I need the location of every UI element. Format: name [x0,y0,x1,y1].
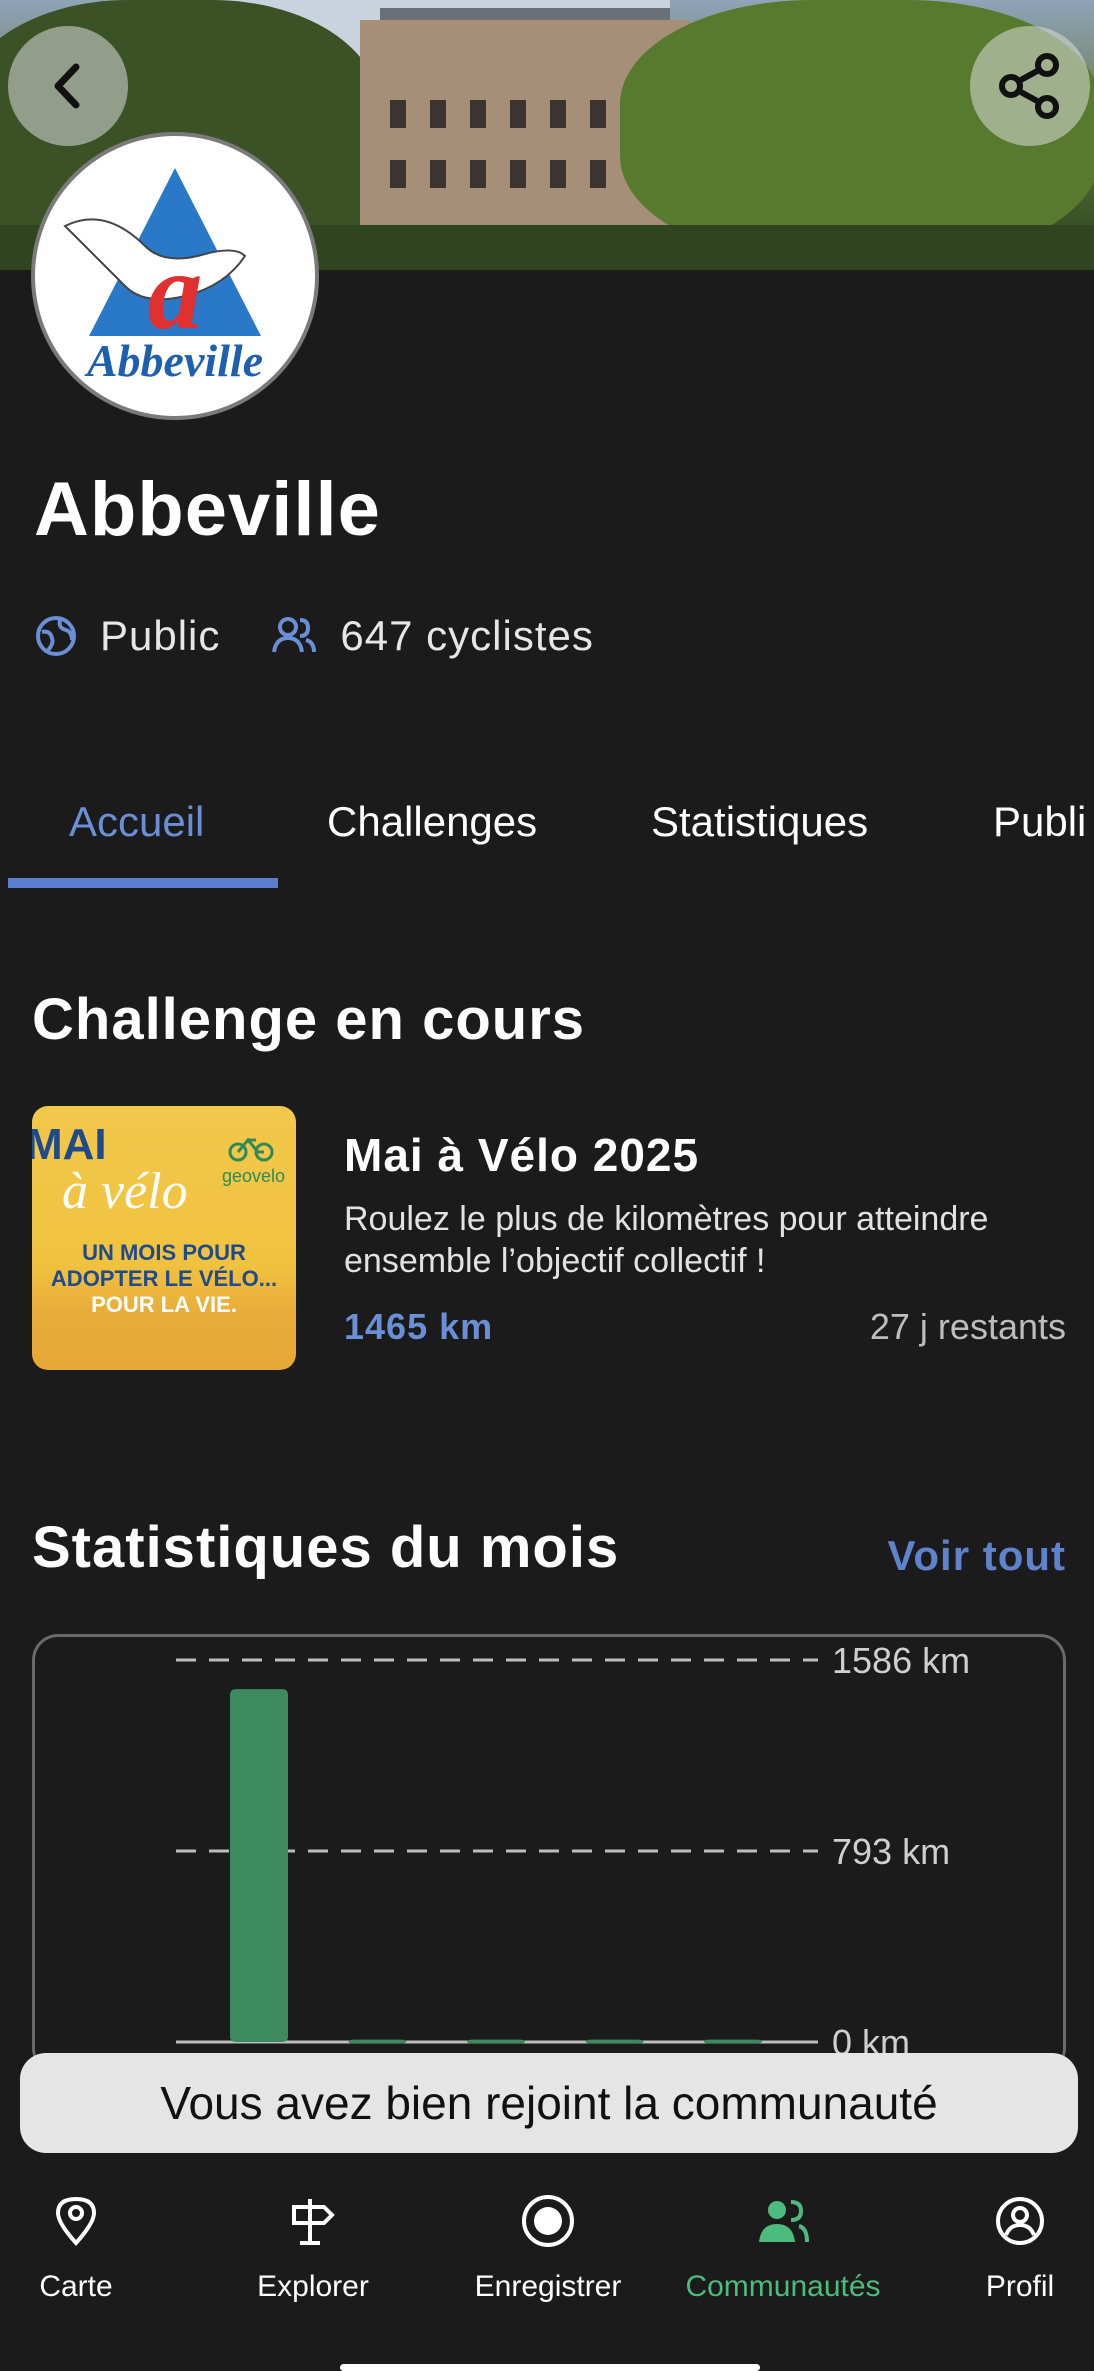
nav-profil[interactable]: Profil [910,2186,1094,2304]
chevron-left-icon [54,63,80,109]
y-tick-label: 793 km [832,1831,950,1872]
signpost-icon [292,2199,335,2245]
share-button[interactable] [970,26,1090,146]
challenge-image-slogan-1: UN MOIS POUR [82,1240,246,1265]
active-tab-indicator [8,878,278,888]
nav-label-communautes: Communautés [685,2270,881,2303]
challenge-image-slogan-3: POUR LA VIE. [91,1292,237,1317]
nav-label-enregistrer: Enregistrer [474,2270,622,2303]
tab-challenges[interactable]: Challenges [327,790,537,880]
visibility-label: Public [100,612,221,659]
members-count: 647 cyclistes [340,612,594,659]
tab-statistiques[interactable]: Statistiques [651,790,868,880]
chart-bar[interactable] [585,2039,644,2044]
nav-communautes[interactable]: Communautés [673,2186,893,2304]
voir-tout-link[interactable]: Voir tout [887,1532,1066,1580]
bottom-navigation: Carte Explorer Enregistrer Communautés P… [0,2162,1094,2371]
chart-bar[interactable] [230,1689,288,2042]
challenge-distance: 1465 km [344,1306,494,1347]
share-icon [999,53,1059,119]
back-button[interactable] [8,26,128,146]
nav-label-explorer: Explorer [257,2270,369,2303]
challenge-section-title: Challenge en cours [32,987,586,1052]
logo-wordmark: Abbeville [84,335,263,386]
users-icon [272,617,317,653]
profile-icon [996,2197,1044,2245]
stats-section-title: Statistiques du mois [32,1515,620,1580]
home-indicator [340,2364,760,2371]
svg-text:a: a [148,230,203,352]
record-icon [522,2195,574,2247]
challenge-name[interactable]: Mai à Vélo 2025 [344,1128,699,1182]
community-icon [759,2200,809,2243]
community-name: Abbeville [34,467,381,552]
tab-bar: Accueil Challenges Statistiques Publi [0,790,1094,890]
community-meta: Public 647 cyclistes [34,612,644,660]
y-tick-label: 1586 km [832,1640,970,1681]
public-globe-icon [36,616,76,656]
members-info: 647 cyclistes [270,612,593,660]
nav-enregistrer[interactable]: Enregistrer [438,2186,658,2304]
monthly-stats-chart: 1586 km793 km0 km18152229 [176,1640,970,2090]
chart-bar[interactable] [467,2039,525,2044]
challenge-image-slogan-2: ADOPTER LE VÉLO... [50,1266,278,1291]
challenge-description: Roulez le plus de kilomètres pour attein… [344,1200,989,1280]
nav-carte[interactable]: Carte [0,2186,186,2304]
challenge-image-partner: geovelo [222,1166,286,1186]
nav-label-profil: Profil [985,2270,1055,2303]
chart-bar[interactable] [704,2039,762,2044]
challenge-remaining: 27 j restants [869,1306,1066,1347]
tab-publications[interactable]: Publi [993,790,1086,880]
community-logo: a Abbeville [31,132,319,420]
chart-bar[interactable] [348,2039,407,2044]
bike-icon [228,1137,274,1162]
challenge-image-brand-2: à vélo [62,1163,188,1220]
tab-accueil[interactable]: Accueil [69,790,204,880]
nav-explorer[interactable]: Explorer [203,2186,423,2304]
challenge-image[interactable]: MAI à vélo geovelo UN MOIS POUR ADOPTER … [32,1106,296,1370]
toast-message: Vous avez bien rejoint la communauté [160,2077,938,2129]
map-pin-icon [55,2196,97,2246]
visibility-info: Public [34,612,220,660]
nav-label-carte: Carte [39,2270,113,2303]
join-confirmation-toast: Vous avez bien rejoint la communauté [20,2053,1078,2153]
